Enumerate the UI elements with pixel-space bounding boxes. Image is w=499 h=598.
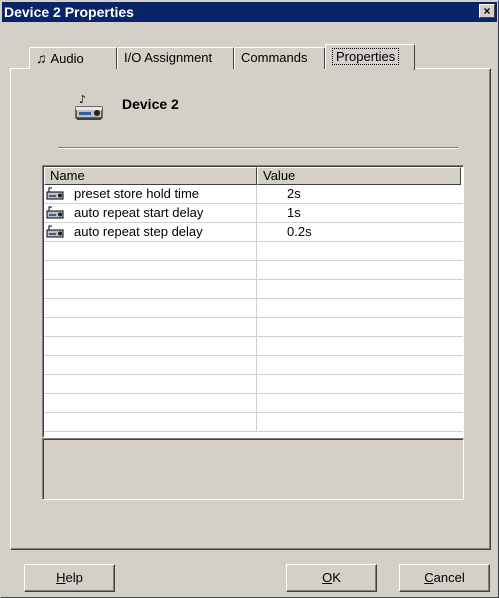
cancel-button[interactable]: Cancel [399, 564, 490, 592]
tab-io-assignment[interactable]: I/O Assignment [117, 47, 234, 69]
cell-name [44, 413, 257, 431]
cell-name: preset store hold time [44, 185, 257, 203]
ok-button[interactable]: OK [286, 564, 377, 592]
empty-list-row [44, 413, 463, 432]
tab-commands-label: Commands [241, 50, 308, 65]
cell-name [44, 356, 257, 374]
cell-value [257, 261, 461, 279]
empty-list-row [44, 261, 463, 280]
empty-list-row [44, 242, 463, 261]
cell-name [44, 394, 257, 412]
empty-list-row [44, 299, 463, 318]
property-icon [46, 206, 64, 219]
list-header: Name Value [44, 167, 463, 185]
cell-name: auto repeat step delay [44, 223, 257, 241]
property-icon [46, 187, 64, 200]
cell-value [257, 394, 461, 412]
cell-value [257, 242, 461, 260]
cell-value [257, 413, 461, 431]
empty-list-row [44, 375, 463, 394]
property-name: auto repeat start delay [74, 205, 204, 220]
cell-name [44, 375, 257, 393]
column-header-value[interactable]: Value [257, 167, 461, 185]
tab-commands[interactable]: Commands [234, 47, 325, 69]
cell-value: 2s [287, 186, 301, 201]
properties-dialog: Device 2 Properties × ♫ Audio I/O Assignm… [0, 0, 499, 598]
cell-name [44, 261, 257, 279]
cell-name [44, 299, 257, 317]
tab-audio[interactable]: ♫ Audio [29, 47, 117, 69]
empty-list-row [44, 318, 463, 337]
separator-line [58, 147, 458, 149]
ok-label: K [332, 570, 341, 585]
property-icon [46, 225, 64, 238]
cell-value [257, 299, 461, 317]
cell-name: auto repeat start delay [44, 204, 257, 222]
cell-value: 1s [287, 205, 301, 220]
tab-io-assignment-label: I/O Assignment [124, 50, 213, 65]
properties-list[interactable]: Name Value preset store hold time 2s auto … [42, 165, 464, 438]
help-label: elp [65, 570, 83, 585]
title-bar[interactable]: Device 2 Properties × [2, 2, 497, 22]
list-row[interactable]: preset store hold time 2s [44, 185, 463, 204]
cell-value: 0.2s [287, 224, 312, 239]
svg-text:♪: ♪ [79, 93, 86, 106]
cell-name [44, 337, 257, 355]
cell-name [44, 318, 257, 336]
property-name: preset store hold time [74, 186, 200, 201]
empty-list-row [44, 280, 463, 299]
empty-list-row [44, 394, 463, 413]
column-header-name[interactable]: Name [44, 167, 257, 185]
cell-name [44, 242, 257, 260]
device-icon: ♪ [75, 93, 103, 120]
property-name: auto repeat step delay [74, 224, 203, 239]
empty-list-row [44, 356, 463, 375]
tab-properties[interactable]: Properties [325, 44, 415, 70]
device-name: Device 2 [122, 96, 179, 112]
tab-audio-label: Audio [50, 51, 84, 66]
cell-value [257, 318, 461, 336]
cancel-label: ancel [433, 570, 465, 585]
empty-list-row [44, 337, 463, 356]
help-mnemonic: H [56, 570, 66, 585]
cell-name [44, 280, 257, 298]
window-title: Device 2 Properties [4, 4, 134, 20]
tab-properties-label: Properties [332, 48, 400, 65]
list-row[interactable]: auto repeat step delay 0.2s [44, 223, 463, 242]
cell-value [257, 356, 461, 374]
music-note-icon: ♫ [36, 50, 47, 66]
list-row[interactable]: auto repeat start delay 1s [44, 204, 463, 223]
help-button[interactable]: Help [24, 564, 115, 592]
cell-value [257, 375, 461, 393]
cancel-mnemonic: C [424, 570, 434, 585]
close-button[interactable]: × [479, 4, 495, 18]
ok-mnemonic: O [322, 570, 333, 585]
cell-value [257, 337, 461, 355]
cell-value [257, 280, 461, 298]
description-box [42, 438, 464, 500]
